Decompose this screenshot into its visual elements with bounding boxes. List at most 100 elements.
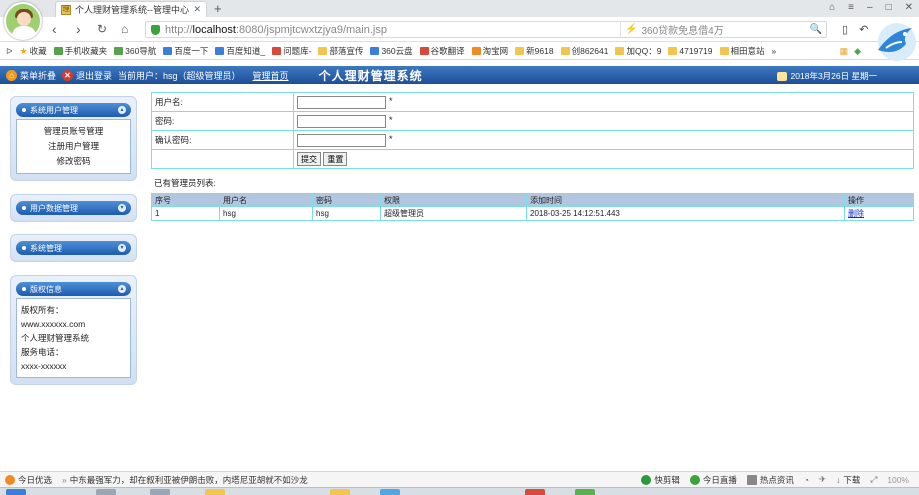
new-tab-button[interactable]: + — [214, 1, 222, 16]
bookmark-item[interactable]: 问题库- — [272, 45, 311, 57]
sidebar-toggle-icon[interactable]: ᐅ — [6, 46, 13, 57]
cell-role: 超级管理员 — [380, 206, 527, 221]
extension-icon[interactable]: ◆ — [854, 46, 861, 57]
menu-header-copyright[interactable]: 版权信息 ▴ — [16, 282, 131, 296]
bookmark-item[interactable]: 加QQ：9 — [615, 45, 661, 57]
bookmark-item[interactable]: 淘宝网 — [471, 45, 508, 57]
menu-item-admin-accounts[interactable]: 管理员账号管理 — [21, 124, 126, 139]
speed-icon[interactable]: ◔ — [804, 475, 809, 485]
cell-password: hsg — [312, 206, 381, 221]
submit-button[interactable]: 提交 — [297, 152, 321, 166]
minimize-icon[interactable]: – — [867, 2, 873, 13]
logout-button[interactable]: ✕ 退出登录 — [62, 69, 112, 82]
bookmarks-more[interactable]: » — [772, 46, 777, 56]
taskbar-app-icon[interactable] — [96, 489, 116, 495]
zoom-level[interactable]: 100% — [887, 475, 909, 485]
menu-item-registered-users[interactable]: 注册用户管理 — [21, 139, 126, 154]
delete-link[interactable]: 删除 — [848, 209, 864, 218]
share-icon[interactable]: ⤢ — [870, 474, 877, 485]
taskbar-folder-icon[interactable] — [330, 489, 350, 495]
bookmark-page-icon[interactable]: ▯ — [842, 23, 848, 36]
taskbar-folder-icon[interactable] — [205, 489, 225, 495]
refresh-icon[interactable]: ↻ — [97, 21, 107, 37]
cloud-icon — [370, 47, 380, 55]
menu-icon[interactable]: ≡ — [848, 2, 854, 13]
bookmark-item[interactable]: 手机收藏夹 — [53, 45, 107, 57]
quick-clip-button[interactable]: 快剪辑 — [641, 474, 680, 486]
collapse-toggle-icon[interactable]: ▴ — [118, 285, 126, 293]
taskbar-app-icon[interactable] — [380, 489, 400, 495]
cell-username: hsg — [219, 206, 313, 221]
news-ticker[interactable]: » 中东最强军力，却在叙利亚被伊朗击败，内塔尼亚胡就不如沙龙 — [62, 474, 308, 486]
bookmarks-bar: ᐅ ★ 收藏 手机收藏夹 360导航 百度一下 百度知道_ 问题库- 部落宣传 3… — [0, 43, 919, 60]
expand-toggle-icon[interactable]: ▾ — [118, 204, 126, 212]
confirm-password-input[interactable] — [297, 133, 386, 147]
add-admin-form: 用户名: * 密码: * 确认密码: * 提交 重置 — [151, 92, 914, 169]
search-box[interactable]: ⚡ 360贷款免息借4万 🔍 — [620, 21, 827, 38]
browser-tab-active[interactable]: 理 个人理财管理系统--管理中心 ✕ — [55, 1, 207, 17]
taskbar-app-icon[interactable] — [150, 489, 170, 495]
baidu-icon — [163, 47, 173, 55]
bookmarks-right-tools: ▦ ◆ — [840, 46, 861, 57]
date-display: 2018年3月26日 星期一 — [776, 70, 877, 82]
baidu-icon — [215, 47, 225, 55]
today-picks-button[interactable]: 今日优选 — [5, 474, 52, 486]
username-input[interactable] — [297, 95, 386, 109]
start-icon[interactable] — [6, 489, 26, 495]
close-window-icon[interactable]: ✕ — [905, 2, 913, 13]
bookmark-item[interactable]: 百度一下 — [163, 45, 208, 57]
skin-icon[interactable]: ⌂ — [829, 2, 835, 13]
bookmark-item[interactable]: 谷歌翻译 — [419, 45, 465, 57]
lightning-icon[interactable]: ⚡ — [625, 24, 637, 35]
bookmark-item[interactable]: 新9618 — [515, 45, 554, 57]
browser-tab-strip: 理 个人理财管理系统--管理中心 ✕ + ⌂ ≡ – □ ✕ — [0, 0, 919, 17]
bookmark-item[interactable]: 百度知道_ — [215, 45, 265, 57]
password-input[interactable] — [297, 114, 386, 128]
column-header: 密码 — [312, 193, 381, 207]
bookmark-item[interactable]: 相田意站 — [719, 45, 765, 57]
user-avatar[interactable] — [4, 2, 42, 40]
browser-nav-bar: ‹ › ↻ ⌂ http://localhost:8080/jspmjtcwxt… — [0, 17, 919, 42]
collapse-menu-button[interactable]: ⌂ 菜单折叠 — [6, 69, 56, 82]
table-header-row: 序号 用户名 密码 权限 添加时间 操作 — [151, 193, 914, 207]
bookmark-item[interactable]: ★ 收藏 — [20, 45, 47, 57]
apps-grid-icon[interactable]: ▦ — [840, 46, 849, 57]
admin-home-link[interactable]: 管理首页 — [253, 69, 289, 82]
column-header: 用户名 — [219, 193, 313, 207]
menu-header-user-data[interactable]: 用户数据管理 ▾ — [16, 201, 131, 215]
hot-news-button[interactable]: 热点资讯 — [746, 474, 794, 486]
menu-header-user-mgmt[interactable]: 系统用户管理 ▴ — [16, 103, 131, 117]
column-header: 操作 — [844, 193, 914, 207]
menu-body-user-mgmt: 管理员账号管理 注册用户管理 修改密码 — [16, 119, 131, 174]
bookmark-item[interactable]: 360云盘 — [370, 45, 413, 57]
collapse-toggle-icon[interactable]: ▴ — [118, 106, 126, 114]
live-button[interactable]: 今日直播 — [689, 474, 737, 486]
copyright-line: www.xxxxxx.com — [21, 319, 86, 329]
admin-list-table: 序号 用户名 密码 权限 添加时间 操作 1 hsg hsg 超级管理员 201… — [151, 193, 914, 221]
bookmark-item[interactable]: 360导航 — [114, 45, 156, 57]
tab-close-icon[interactable]: ✕ — [193, 4, 201, 15]
taskbar-app-icon[interactable] — [525, 489, 545, 495]
back-icon[interactable]: ‹ — [52, 21, 57, 37]
expand-toggle-icon[interactable]: ▾ — [118, 244, 126, 252]
maximize-icon[interactable]: □ — [886, 2, 892, 13]
download-button[interactable]: ↓ 下载 — [836, 474, 860, 486]
forward-icon[interactable]: › — [76, 21, 81, 37]
required-mark: * — [389, 96, 393, 107]
pin-icon[interactable]: ✈ — [819, 474, 826, 485]
menu-header-sys-mgmt[interactable]: 系统管理 ▾ — [16, 241, 131, 255]
url-text[interactable]: http://localhost:8080/jspmjtcwxtzjya9/ma… — [165, 24, 387, 36]
menu-group-user-mgmt: 系统用户管理 ▴ 管理员账号管理 注册用户管理 修改密码 — [10, 96, 137, 181]
menu-group-sys-mgmt: 系统管理 ▾ — [10, 234, 137, 262]
bookmark-item[interactable]: 部落宣传 — [318, 45, 363, 57]
undo-icon[interactable]: ↶ — [859, 23, 868, 36]
copyright-line: xxxx-xxxxxx — [21, 361, 67, 371]
bookmark-item[interactable]: 创862641 — [560, 45, 608, 57]
folder-icon — [560, 47, 570, 55]
menu-item-change-password[interactable]: 修改密码 — [21, 154, 126, 169]
home-icon[interactable]: ⌂ — [121, 21, 128, 37]
taskbar-app-icon[interactable] — [575, 489, 595, 495]
search-icon[interactable]: 🔍 — [810, 24, 822, 35]
reset-button[interactable]: 重置 — [323, 152, 348, 166]
bookmark-item[interactable]: 4719719 — [668, 46, 713, 56]
